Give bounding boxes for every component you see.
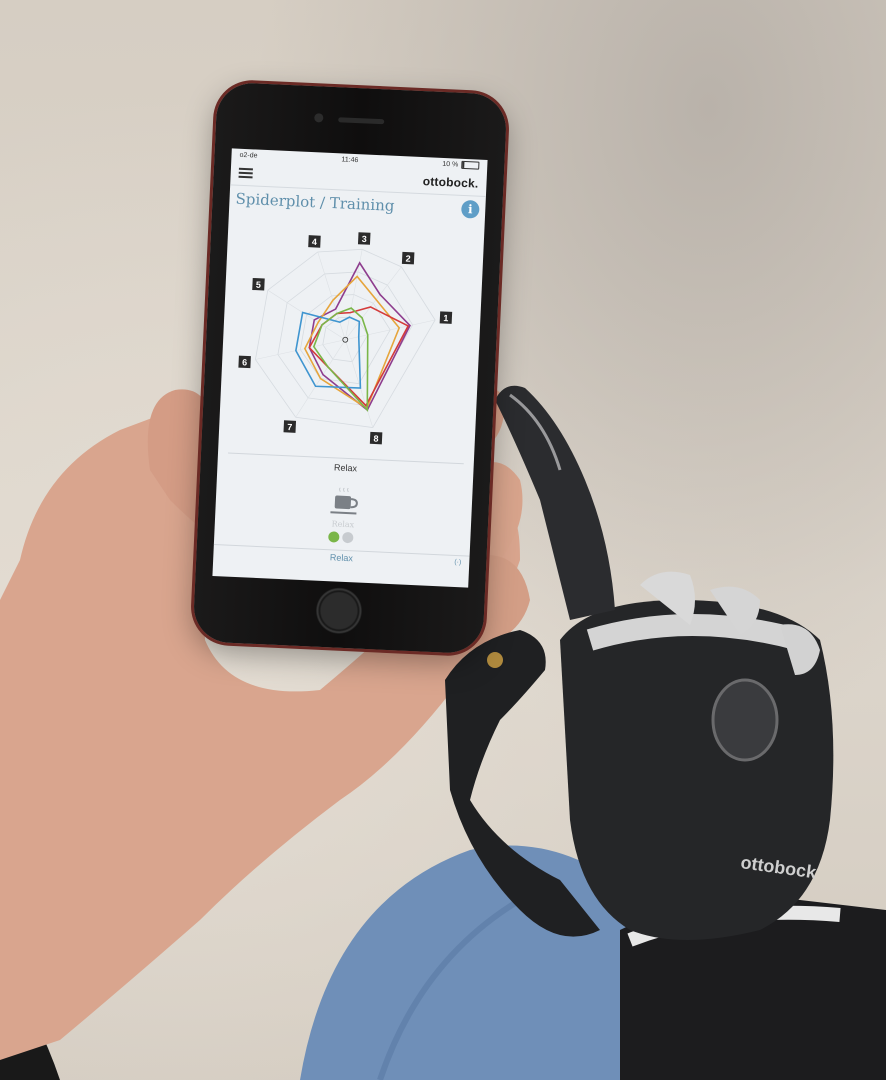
smartphone: o2-de 11:46 10 % ottobock. Spiderplot / … [192, 81, 508, 655]
axis-label-1: 1 [439, 311, 453, 324]
bottom-bar-label: Relax [329, 552, 354, 564]
time-label: 11:46 [341, 155, 359, 164]
carrier-label: o2-de [239, 151, 258, 160]
hamburger-menu-icon[interactable] [238, 167, 253, 179]
mode-indicators [328, 531, 354, 544]
coffee-cup-icon [330, 487, 358, 515]
mode-indicator-inactive[interactable] [342, 531, 354, 544]
spider-chart: 1 2 3 4 5 6 7 8 [218, 212, 485, 463]
mode-indicator-active[interactable] [328, 531, 340, 543]
spider-chart-svg: 1 2 3 4 5 6 7 8 [238, 232, 453, 445]
svg-text:3: 3 [361, 234, 366, 244]
battery-label: 10 % [442, 160, 459, 169]
svg-text:2: 2 [405, 254, 410, 264]
svg-text:4: 4 [312, 237, 317, 247]
svg-text:7: 7 [287, 422, 292, 432]
brand-logo: ottobock. [422, 174, 479, 191]
radar-series-1 [308, 261, 411, 412]
svg-text:1: 1 [443, 313, 448, 323]
bluetooth-connection-icon[interactable]: (·) [454, 556, 462, 570]
axis-label-3: 3 [357, 232, 371, 245]
battery-icon [461, 160, 480, 170]
grid-spoke [317, 251, 346, 340]
svg-text:8: 8 [373, 433, 378, 443]
axis-label-8: 8 [369, 431, 383, 445]
axis-label-7: 7 [283, 420, 297, 433]
phone-screen: o2-de 11:46 10 % ottobock. Spiderplot / … [212, 148, 488, 588]
info-icon[interactable]: i [460, 199, 480, 219]
grid-spoke [345, 266, 402, 340]
axis-label-6: 6 [238, 355, 251, 369]
axis-label-4: 4 [308, 235, 321, 248]
page-title: Spiderplot / Training [235, 189, 395, 215]
svg-text:6: 6 [242, 357, 247, 367]
bottom-bar[interactable]: Relax (·) [213, 544, 470, 571]
axis-label-2: 2 [401, 251, 415, 265]
svg-text:5: 5 [256, 280, 261, 290]
axis-label-5: 5 [252, 277, 265, 291]
battery-status: 10 % [442, 160, 480, 170]
